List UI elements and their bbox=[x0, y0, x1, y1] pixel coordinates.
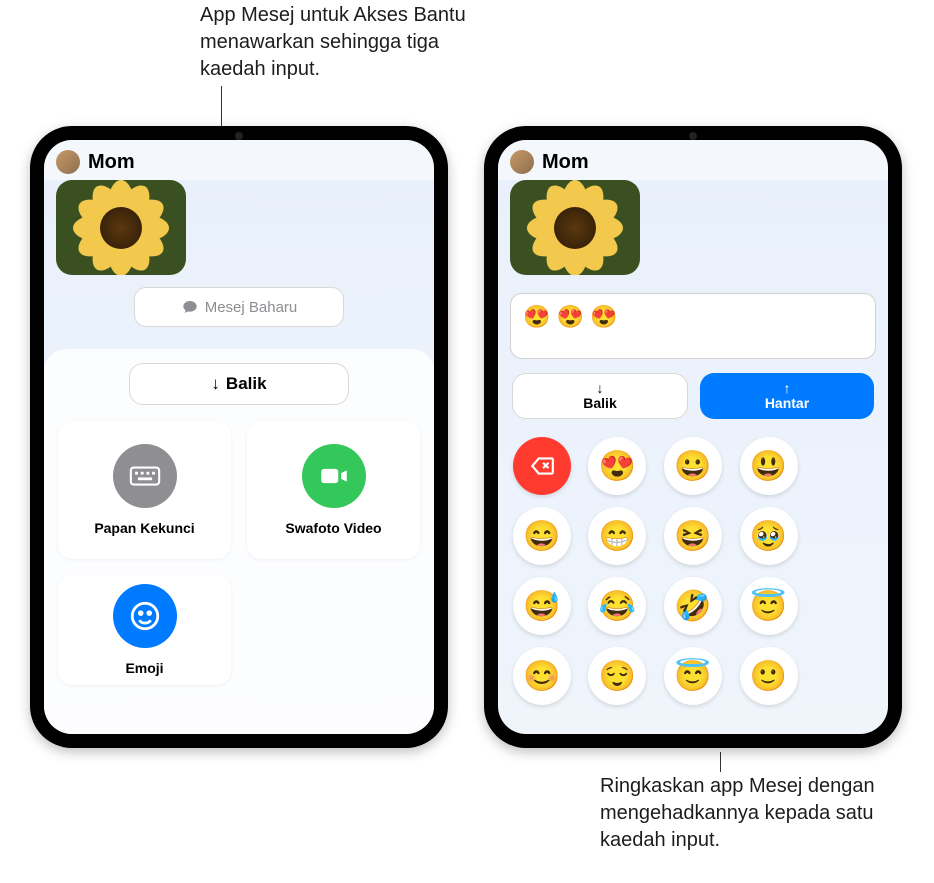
emoji-face-icon bbox=[113, 584, 177, 648]
arrow-down-icon: ↓ bbox=[597, 381, 604, 395]
chat-area: Mesej Baharu bbox=[44, 180, 434, 335]
emoji-key[interactable]: 😂 bbox=[588, 577, 646, 635]
chat-header: Mom bbox=[44, 140, 434, 180]
screen-right: Mom bbox=[498, 140, 888, 734]
emoji-key[interactable]: 😀 bbox=[664, 437, 722, 495]
emoji-key[interactable]: 😍 bbox=[588, 437, 646, 495]
keyboard-tile[interactable]: Papan Kekunci bbox=[58, 421, 231, 559]
message-bubble-icon bbox=[181, 298, 199, 316]
video-icon bbox=[302, 444, 366, 508]
delete-key[interactable] bbox=[513, 437, 571, 495]
emoji-key[interactable]: 🤣 bbox=[664, 577, 722, 635]
contact-avatar bbox=[510, 150, 534, 174]
incoming-photo-message[interactable] bbox=[56, 180, 186, 275]
compose-field[interactable]: 😍 😍 😍 bbox=[510, 293, 876, 359]
emoji-key[interactable]: 😃 bbox=[740, 437, 798, 495]
chat-header: Mom bbox=[498, 140, 888, 180]
emoji-label: Emoji bbox=[125, 660, 163, 676]
ipad-device-left: Mom bbox=[30, 126, 448, 748]
new-message-label: Mesej Baharu bbox=[205, 299, 298, 316]
sunflower-image bbox=[510, 180, 640, 275]
emoji-key[interactable]: 🙂 bbox=[740, 647, 798, 705]
back-button[interactable]: ↓ Balik bbox=[512, 373, 688, 419]
new-message-button[interactable]: Mesej Baharu bbox=[134, 287, 344, 327]
back-label: Balik bbox=[226, 374, 267, 394]
input-method-panel: ↓ Balik Papan Kekunci Swafoto V bbox=[44, 349, 434, 734]
arrow-up-icon: ↑ bbox=[784, 381, 791, 395]
emoji-keyboard: 😍 😀 😃 😄 😁 😆 🥹 😅 😂 🤣 😇 😊 😌 😇 🙂 bbox=[512, 437, 874, 705]
back-label: Balik bbox=[583, 395, 616, 411]
emoji-key[interactable]: 😇 bbox=[664, 647, 722, 705]
keyboard-label: Papan Kekunci bbox=[94, 520, 194, 536]
contact-name: Mom bbox=[88, 151, 135, 174]
incoming-photo-message[interactable] bbox=[510, 180, 640, 275]
emoji-key[interactable]: 😇 bbox=[740, 577, 798, 635]
keyboard-icon bbox=[113, 444, 177, 508]
emoji-key[interactable]: 😄 bbox=[513, 507, 571, 565]
callout-line bbox=[221, 86, 222, 130]
video-selfie-tile[interactable]: Swafoto Video bbox=[247, 421, 420, 559]
emoji-key[interactable]: 🥹 bbox=[740, 507, 798, 565]
send-button[interactable]: ↑ Hantar bbox=[700, 373, 874, 419]
ipad-device-right: Mom bbox=[484, 126, 902, 748]
back-button[interactable]: ↓ Balik bbox=[129, 363, 349, 405]
contact-avatar bbox=[56, 150, 80, 174]
emoji-key[interactable]: 😁 bbox=[588, 507, 646, 565]
emoji-key[interactable]: 😅 bbox=[513, 577, 571, 635]
video-selfie-label: Swafoto Video bbox=[285, 520, 381, 536]
sunflower-image bbox=[56, 180, 186, 275]
input-method-grid: Papan Kekunci Swafoto Video Emoji bbox=[58, 421, 420, 685]
send-label: Hantar bbox=[765, 395, 809, 411]
contact-name: Mom bbox=[542, 151, 589, 174]
callout-top: App Mesej untuk Akses Bantu menawarkan s… bbox=[200, 2, 490, 83]
delete-left-icon bbox=[529, 453, 555, 479]
emoji-tile[interactable]: Emoji bbox=[58, 575, 231, 685]
callout-bottom: Ringkaskan app Mesej dengan mengehadkann… bbox=[600, 773, 910, 854]
callout-line bbox=[720, 752, 721, 772]
arrow-down-icon: ↓ bbox=[211, 374, 220, 394]
emoji-key[interactable]: 😌 bbox=[588, 647, 646, 705]
emoji-key[interactable]: 😆 bbox=[664, 507, 722, 565]
emoji-key[interactable]: 😊 bbox=[513, 647, 571, 705]
action-row: ↓ Balik ↑ Hantar bbox=[512, 373, 874, 419]
chat-area bbox=[498, 180, 888, 283]
screen-left: Mom bbox=[44, 140, 434, 734]
